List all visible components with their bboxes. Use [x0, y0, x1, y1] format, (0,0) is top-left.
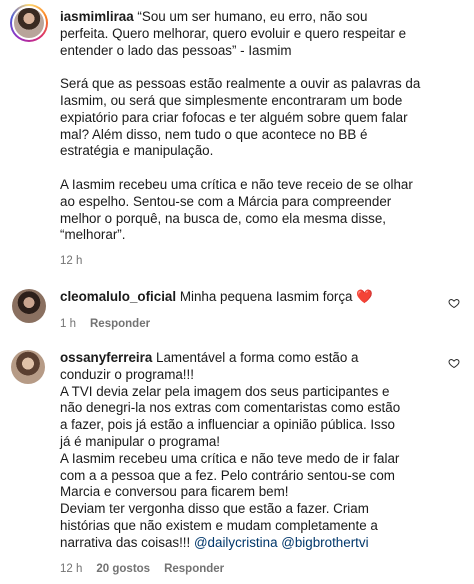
comment-text: Será que as pessoas estão realmente a ou… [60, 76, 421, 92]
comment-text: ao espelho. Sentou-se com a Márcia para … [60, 193, 392, 209]
timestamp: 12 h [60, 563, 83, 575]
reply-button[interactable]: Responder [164, 563, 224, 575]
comment-text: A Iasmim recebeu uma crítica e não teve … [60, 450, 400, 466]
comment-text: narrativa das coisas!!! [60, 534, 194, 550]
comment-text [60, 160, 464, 177]
comment-text: Iasmim, ou será que simplesmente encontr… [60, 92, 403, 108]
comment-text: A TVI devia zelar pela imagem dos seus p… [60, 383, 390, 399]
comment-text: a fazer, pois já estão a influenciar a o… [60, 417, 395, 433]
comment-text [60, 59, 464, 76]
timestamp: 12 h [60, 255, 83, 267]
likes-count[interactable]: 20 gostos [96, 563, 150, 575]
heart-outline-icon[interactable] [448, 297, 460, 309]
timestamp: 1 h [60, 318, 76, 330]
comment-text: mal? Além disso, nem tudo o que acontece… [60, 126, 368, 142]
comment-text: estratégia e manipulação. [60, 143, 214, 159]
mention-link[interactable]: @bigbrothertvi [281, 535, 368, 550]
comment-iasmimliraa: iasmimliraa “Sou um ser humano, eu erro,… [60, 9, 464, 244]
heart-outline-icon[interactable] [448, 357, 460, 369]
username-cleomalulo[interactable]: cleomalulo_oficial [60, 289, 176, 304]
comment-meta: 12 h 20 gostos Responder [60, 563, 224, 575]
comment-ossanyferreira: ossanyferreira Lamentável a forma como e… [60, 350, 454, 552]
reply-button[interactable]: Responder [90, 318, 150, 330]
comment-text: “melhorar”. [60, 227, 126, 243]
comment-text: Lamentável a forma como estão a [152, 350, 359, 365]
avatar-ossanyferreira[interactable] [11, 350, 45, 384]
comment-text: “Sou um ser humano, eu erro, não sou [133, 9, 368, 24]
comment-text: histórias que não existem e mudam comple… [60, 517, 378, 533]
comment-text: Deviam ter vergonha disso que estão a fa… [60, 501, 369, 517]
avatar-iasmimliraa[interactable] [10, 4, 48, 42]
comment-text: já é manipular o programa! [60, 433, 221, 449]
comment-text: Minha pequena Iasmim força [176, 289, 357, 304]
comment-cleomalulo: cleomalulo_oficial Minha pequena Iasmim … [60, 289, 430, 306]
avatar-cleomalulo[interactable] [12, 289, 46, 323]
comment-text: A Iasmim recebeu uma crítica e não teve … [60, 176, 413, 192]
comment-text: Marcia e conversou para ficarem bem! [60, 484, 289, 500]
mention-link[interactable]: @dailycristina [194, 535, 278, 550]
red-heart-emoji: ❤️ [356, 289, 373, 304]
comment-text: com a a pessoa que a fez. Pelo contrário… [60, 467, 395, 483]
comment-text: não denegri-la nos extras com comentaris… [60, 400, 401, 416]
comment-text: melhor o porquê, na busca de, como ela m… [60, 210, 387, 226]
comment-meta: 1 h Responder [60, 318, 150, 330]
comment-text: conduzir o programa!!! [60, 366, 194, 382]
comment-text: entender o lado das pessoas” - Iasmim [60, 42, 292, 58]
comment-text: expiatório para criar fofocas e ter algu… [60, 109, 408, 125]
username-iasmimliraa[interactable]: iasmimliraa [60, 9, 134, 24]
username-ossanyferreira[interactable]: ossanyferreira [60, 350, 152, 365]
comment-meta: 12 h [60, 255, 82, 267]
comment-text: perfeita. Quero melhorar, quero evoluir … [60, 25, 407, 41]
